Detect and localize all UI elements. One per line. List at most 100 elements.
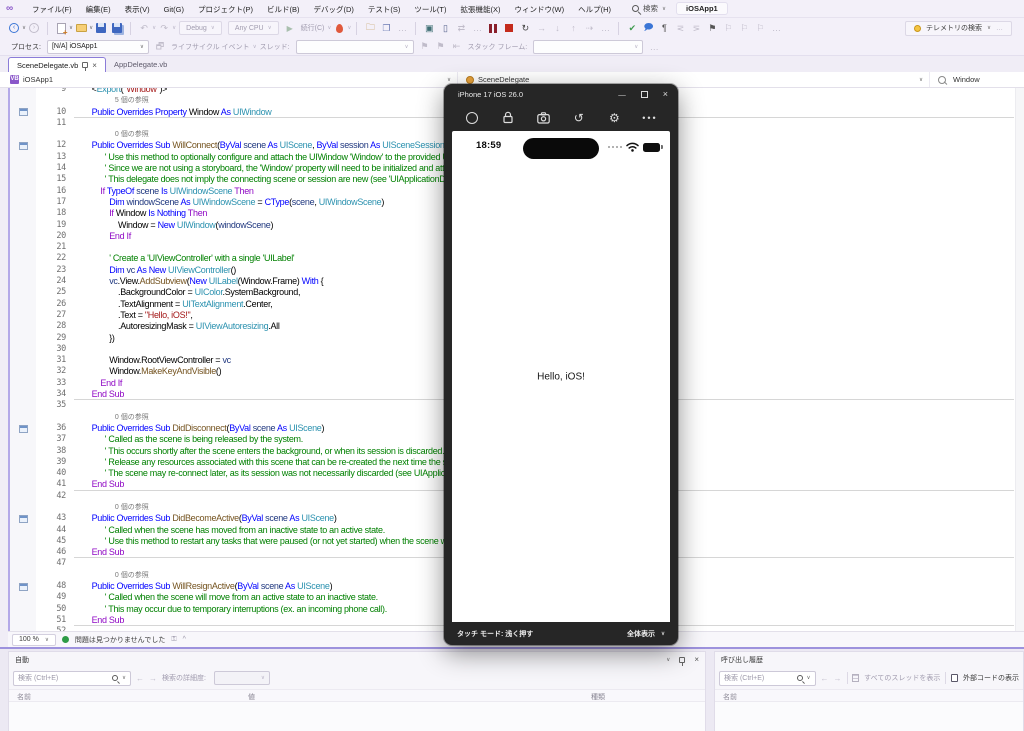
device-preview-icon[interactable]: ▯ xyxy=(438,21,452,35)
autos-list[interactable] xyxy=(9,702,705,731)
clear-bookmarks-icon[interactable]: ⚐ xyxy=(753,21,767,35)
codelens-references[interactable]: 0 個の参照 xyxy=(74,129,149,140)
health-indicator-icon[interactable] xyxy=(61,636,69,643)
editor-scrollbar[interactable] xyxy=(1015,88,1024,631)
menu-item[interactable]: ヘルプ(H) xyxy=(571,5,618,14)
next-bookmark-icon[interactable]: ⚐ xyxy=(737,21,751,35)
uncomment-icon[interactable]: ¶ xyxy=(657,21,671,35)
chevron-down-icon[interactable]: ∨ xyxy=(89,25,93,31)
sync-icon[interactable]: ⇄ xyxy=(454,21,468,35)
rotate-icon[interactable]: ↺ xyxy=(571,110,587,126)
continue-label[interactable]: 続行(C) xyxy=(301,23,325,33)
code-text[interactable]: ' Called when the scene has moved from a… xyxy=(74,525,385,536)
column-value[interactable]: 値 xyxy=(248,692,255,702)
chevron-down-icon[interactable]: ∨ xyxy=(22,25,26,31)
telemetry-search-button[interactable]: テレメトリの検索 ∨ … xyxy=(904,20,1012,36)
code-text[interactable]: If TypeOf scene Is UIWindowScene Then xyxy=(74,186,254,197)
menu-item[interactable]: 拡張機能(X) xyxy=(454,5,508,14)
code-text[interactable]: ' This may occur due to temporary interr… xyxy=(74,604,387,615)
code-text[interactable]: ' Called as the scene is being released … xyxy=(74,434,303,445)
chevron-down-icon[interactable]: ∨ xyxy=(69,25,73,31)
references-glyph-icon[interactable] xyxy=(18,142,28,151)
home-button-icon[interactable] xyxy=(464,110,480,126)
code-text[interactable]: ' Use this method to restart any tasks t… xyxy=(74,536,489,547)
project-dropdown[interactable]: VB iOSApp1 ∨ xyxy=(0,72,458,87)
stack-frame-dropdown[interactable]: ∨ xyxy=(533,39,644,54)
view-mode-dropdown[interactable]: 全体表示 ∨ xyxy=(627,629,665,639)
references-glyph-icon[interactable] xyxy=(18,424,28,433)
settings-gear-icon[interactable]: ⚙ xyxy=(606,110,622,126)
redo-button[interactable]: ↷ xyxy=(157,21,171,35)
column-name[interactable]: 名前 xyxy=(17,692,31,702)
chevron-down-icon[interactable]: ∨ xyxy=(347,25,351,31)
chevron-down-icon[interactable]: ∨ xyxy=(172,25,176,31)
tab-scenedelegate[interactable]: SceneDelegate.vb × xyxy=(8,57,106,72)
new-file-button[interactable] xyxy=(54,21,68,37)
code-cleanup-icon[interactable]: ✔ xyxy=(625,21,639,35)
search-control[interactable]: 検索 ∨ xyxy=(632,3,666,14)
code-text[interactable]: ' Release any resources associated with … xyxy=(74,457,504,468)
menu-item[interactable]: プロジェクト(P) xyxy=(191,5,260,14)
references-glyph-icon[interactable] xyxy=(18,514,28,523)
code-text[interactable]: End If xyxy=(74,378,122,389)
search-previous-icon[interactable]: ← xyxy=(821,674,829,683)
references-glyph-icon[interactable] xyxy=(18,582,28,591)
code-text[interactable]: ' This occurs shortly after the scene en… xyxy=(74,446,445,457)
search-previous-icon[interactable]: ← xyxy=(136,674,144,683)
chevron-down-icon[interactable]: ∨ xyxy=(152,25,156,31)
lock-icon[interactable] xyxy=(500,110,516,126)
references-glyph-icon[interactable] xyxy=(18,108,28,117)
code-cleanup-broom-icon[interactable]: ⚿ xyxy=(171,636,176,644)
comment-icon[interactable]: 🗩 xyxy=(641,21,655,35)
close-icon[interactable]: × xyxy=(92,61,97,70)
health-message[interactable]: 問題は見つかりませんでした xyxy=(75,635,165,645)
code-text[interactable]: .AutoresizingMask = UIViewAutoresizing.A… xyxy=(74,321,280,332)
flag-threads-icon[interactable]: ⚑ xyxy=(418,40,432,54)
undo-button[interactable]: ↶ xyxy=(137,21,151,35)
toolbar-overflow-icon[interactable]: … xyxy=(395,21,409,35)
chevron-down-icon[interactable]: ∨ xyxy=(327,25,331,31)
simulator-screen[interactable]: 18:59 Hello, iOS! xyxy=(452,131,670,622)
flagged-only-icon[interactable]: ⚑ xyxy=(434,40,448,54)
hot-reload-icon[interactable] xyxy=(332,21,346,35)
close-icon[interactable]: × xyxy=(694,655,699,664)
codelens-references[interactable]: 0 個の参照 xyxy=(74,412,149,423)
code-text[interactable]: Public Overrides Property Window As UIWi… xyxy=(74,107,272,118)
code-text[interactable]: Window = New UIWindow(windowScene) xyxy=(74,220,273,231)
menu-item[interactable]: Git(G) xyxy=(157,5,191,14)
previous-bookmark-icon[interactable]: ⚐ xyxy=(721,21,735,35)
show-all-threads-label[interactable]: すべてのスレッドを表示 xyxy=(864,673,940,683)
close-icon[interactable]: × xyxy=(663,89,668,99)
open-file-button[interactable] xyxy=(74,21,88,35)
column-type[interactable]: 種類 xyxy=(591,692,605,702)
codelens-references[interactable]: 5 個の参照 xyxy=(74,95,149,106)
code-text[interactable]: Window.RootViewController = vc xyxy=(74,355,231,366)
continue-button[interactable]: ▶ xyxy=(283,21,297,35)
menu-item[interactable]: ツール(T) xyxy=(407,5,453,14)
indent-icon[interactable]: ⋜ xyxy=(673,21,687,35)
bookmark-icon[interactable]: ⚑ xyxy=(705,21,719,35)
menu-item[interactable]: ウィンドウ(W) xyxy=(508,5,572,14)
code-text[interactable]: .BackgroundColor = UIColor.SystemBackgro… xyxy=(74,287,300,298)
pause-button[interactable] xyxy=(486,21,500,35)
collapse-icon[interactable]: ^ xyxy=(183,636,186,643)
code-text[interactable]: End Sub xyxy=(74,615,125,626)
code-text[interactable]: <Export("Window")> xyxy=(74,88,168,95)
outdent-icon[interactable]: ⋝ xyxy=(689,21,703,35)
code-text[interactable]: Public Overrides Sub DidBecomeActive(ByV… xyxy=(74,513,337,524)
restart-button[interactable]: ↻ xyxy=(518,21,532,35)
column-name[interactable]: 名前 xyxy=(723,692,737,702)
ios-simulator-window[interactable]: iPhone 17 iOS 26.0 — × ↺ ⚙ ••• 18:59 Hel… xyxy=(444,84,678,645)
toolbar-overflow-icon[interactable]: … xyxy=(647,40,661,54)
solution-configurations-dropdown[interactable]: Debug ∨ xyxy=(179,21,222,35)
target-device-icon[interactable]: ▣ xyxy=(422,21,436,35)
menu-item[interactable]: デバッグ(D) xyxy=(307,5,361,14)
menu-item[interactable]: テスト(S) xyxy=(361,5,408,14)
toolbar-overflow-icon[interactable]: … xyxy=(470,21,484,35)
code-text[interactable]: Window.MakeKeyAndVisible() xyxy=(74,366,221,377)
code-text[interactable]: Dim vc As New UIViewController() xyxy=(74,265,236,276)
code-text[interactable]: If Window Is Nothing Then xyxy=(74,208,207,219)
code-text[interactable]: End Sub xyxy=(74,547,125,558)
toolbar-overflow-icon[interactable]: … xyxy=(598,21,612,35)
save-button[interactable] xyxy=(94,21,108,35)
